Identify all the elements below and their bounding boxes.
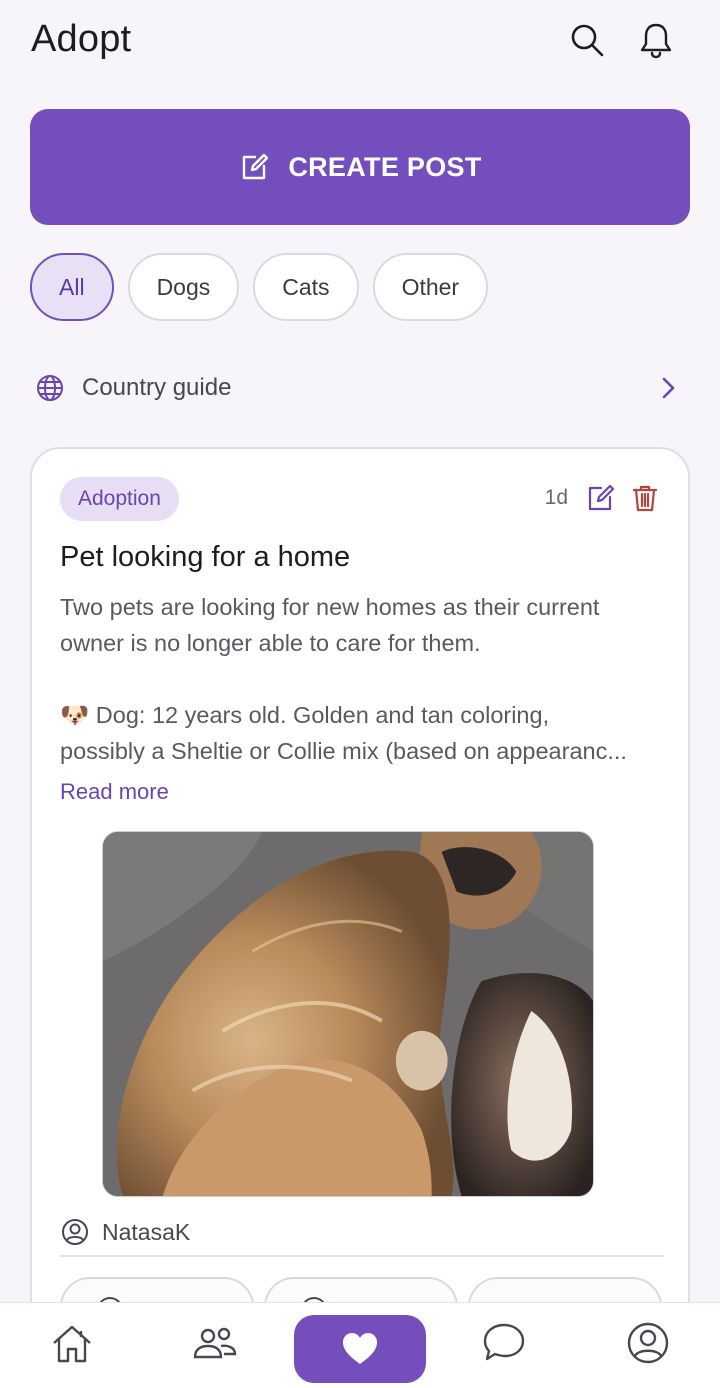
chip-label: Other (401, 273, 460, 300)
chat-icon (483, 1323, 525, 1361)
chip-label: Cats (282, 273, 330, 300)
filter-chips: All Dogs Cats Other (30, 253, 489, 321)
nav-profile[interactable] (624, 1319, 672, 1367)
profile-icon (627, 1322, 669, 1364)
bell-icon[interactable] (636, 20, 676, 60)
post-age: 1d (544, 486, 568, 509)
post-card: Adoption 1d Pet looking for a home Two p… (30, 447, 690, 1347)
nav-community[interactable] (191, 1319, 239, 1367)
post-body-line: Two pets are looking for new homes as th… (60, 594, 600, 620)
page-title: Adopt (31, 18, 132, 60)
edit-icon (243, 153, 269, 180)
nav-adopt[interactable] (294, 1315, 426, 1383)
community-icon (193, 1327, 237, 1359)
chip-label: All (59, 273, 85, 300)
trash-icon[interactable] (630, 483, 660, 513)
edit-icon[interactable] (586, 483, 616, 513)
divider (60, 1255, 664, 1257)
chip-label: Dogs (156, 273, 211, 300)
user-avatar-icon (62, 1219, 88, 1245)
search-icon[interactable] (567, 20, 607, 60)
create-post-button[interactable]: CREATE POST (30, 109, 690, 225)
chip-all[interactable]: All (30, 253, 114, 321)
bottom-navigation (0, 1302, 720, 1388)
category-badge: Adoption (60, 477, 179, 521)
nav-chat[interactable] (480, 1319, 528, 1367)
post-title: Pet looking for a home (60, 541, 351, 573)
post-body-line: 🐶 Dog: 12 years old. Golden and tan colo… (60, 702, 550, 728)
read-more-link[interactable]: Read more (60, 779, 169, 805)
create-post-label: CREATE POST (288, 151, 482, 182)
top-app-bar: Adopt (0, 0, 720, 88)
post-body-line: owner is no longer able to care for them… (60, 630, 481, 656)
post-meta: 1d (545, 483, 660, 513)
post-body: Two pets are looking for new homes as th… (60, 589, 670, 769)
post-author[interactable]: NatasaK (60, 1217, 190, 1247)
country-guide-label: Country guide (82, 374, 232, 401)
globe-icon (37, 375, 63, 401)
country-guide-row[interactable]: Country guide (30, 360, 690, 416)
nav-home[interactable] (48, 1319, 96, 1367)
chip-other[interactable]: Other (372, 253, 489, 321)
heart-icon (343, 1333, 377, 1364)
dog-and-cat-photo (103, 832, 593, 1196)
chip-dogs[interactable]: Dogs (127, 253, 240, 321)
post-body-line: possibly a Sheltie or Collie mix (based … (60, 738, 627, 764)
chip-cats[interactable]: Cats (253, 253, 359, 321)
post-photo[interactable] (102, 831, 594, 1197)
home-icon (53, 1325, 91, 1363)
author-name: NatasaK (102, 1218, 191, 1245)
chevron-right-icon (662, 377, 675, 399)
